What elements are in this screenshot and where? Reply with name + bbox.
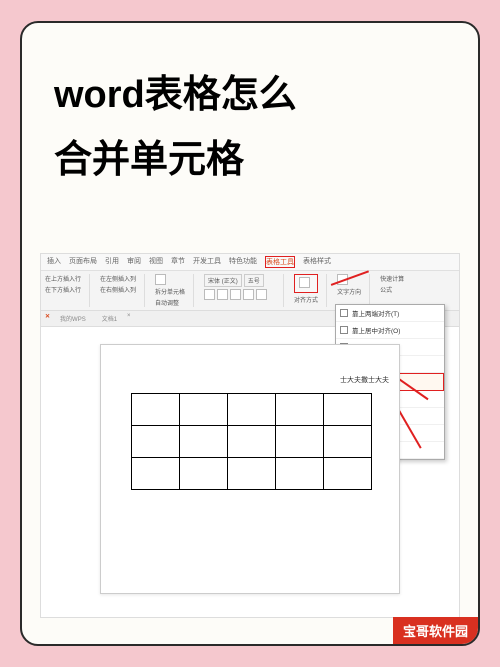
menu-item[interactable]: 引用 <box>105 256 119 268</box>
align-icon <box>299 277 310 288</box>
fast-calc-label[interactable]: 快速计算 <box>380 274 404 283</box>
font-size-select[interactable]: 五号 <box>244 274 264 287</box>
formula-label[interactable]: 公式 <box>380 285 404 294</box>
underline-icon[interactable] <box>230 289 241 300</box>
align-icon <box>340 309 348 317</box>
align-top-center[interactable]: 靠上居中对齐(O) <box>336 322 444 339</box>
align-top-left[interactable]: 靠上两端对齐(T) <box>336 305 444 322</box>
btn-insert-col-right[interactable]: 在右侧插入列 <box>100 285 136 294</box>
menubar: 插入 页面布局 引用 审阅 视图 章节 开发工具 特色功能 表格工具 表格样式 <box>41 254 459 271</box>
text-dir-label: 文字方向 <box>337 287 361 296</box>
menu-item[interactable]: 特色功能 <box>229 256 257 268</box>
table-row <box>132 458 372 490</box>
menu-item[interactable]: 页面布局 <box>69 256 97 268</box>
btn-insert-row-above[interactable]: 在上方插入行 <box>45 274 81 283</box>
document-page: 士大夫撒士大夫 <box>100 344 400 594</box>
menu-item[interactable]: 视图 <box>149 256 163 268</box>
tab-close-icon[interactable]: × <box>127 313 131 324</box>
font-name-select[interactable]: 宋体 (正文) <box>204 274 242 287</box>
sample-table[interactable] <box>131 393 372 490</box>
tutorial-card: word表格怎么 合并单元格 插入 页面布局 引用 审阅 视图 章节 开发工具 … <box>20 21 480 646</box>
ribbon-group-insert-rows: 在上方插入行 在下方插入行 <box>45 274 90 307</box>
title-line-2: 合并单元格 <box>54 128 446 193</box>
align-label: 对齐方式 <box>294 295 318 304</box>
menu-item[interactable]: 插入 <box>47 256 61 268</box>
highlight-icon[interactable] <box>256 289 267 300</box>
ribbon-group-align: 对齐方式 <box>294 274 327 307</box>
menu-tab-table-tools[interactable]: 表格工具 <box>265 256 295 268</box>
sample-text: 士大夫撒士大夫 <box>340 375 389 385</box>
tab-document[interactable]: 文档1 <box>96 313 123 324</box>
btn-split-cells[interactable]: 拆分单元格 <box>155 287 185 296</box>
table-row <box>132 394 372 426</box>
menu-item[interactable]: 审阅 <box>127 256 141 268</box>
font-color-icon[interactable] <box>243 289 254 300</box>
align-icon <box>340 326 348 334</box>
menu-item[interactable]: 章节 <box>171 256 185 268</box>
table-row <box>132 426 372 458</box>
btn-insert-row-below[interactable]: 在下方插入行 <box>45 285 81 294</box>
menu-item[interactable]: 开发工具 <box>193 256 221 268</box>
btn-auto-fit[interactable]: 自动调整 <box>155 298 185 307</box>
menu-tab-table-style[interactable]: 表格样式 <box>303 256 331 268</box>
title-line-1: word表格怎么 <box>54 63 446 128</box>
wps-logo-icon: ✕ <box>45 313 50 324</box>
align-button[interactable] <box>294 274 318 293</box>
split-cells-icon[interactable] <box>155 274 166 285</box>
btn-insert-col-left[interactable]: 在左侧插入列 <box>100 274 136 283</box>
ribbon-group-font: 宋体 (正文) 五号 <box>204 274 284 307</box>
app-screenshot: 插入 页面布局 引用 审阅 视图 章节 开发工具 特色功能 表格工具 表格样式 … <box>40 253 460 618</box>
ribbon-group-split: 拆分单元格 自动调整 <box>155 274 194 307</box>
tutorial-title: word表格怎么 合并单元格 <box>22 23 478 192</box>
watermark-badge: 宝哥软件园 <box>393 617 478 644</box>
ribbon-group-calc: 快速计算 公式 <box>380 274 412 307</box>
bold-icon[interactable] <box>204 289 215 300</box>
tab-mywps[interactable]: 我的WPS <box>54 313 92 324</box>
ribbon-group-insert-cols: 在左侧插入列 在右侧插入列 <box>100 274 145 307</box>
italic-icon[interactable] <box>217 289 228 300</box>
